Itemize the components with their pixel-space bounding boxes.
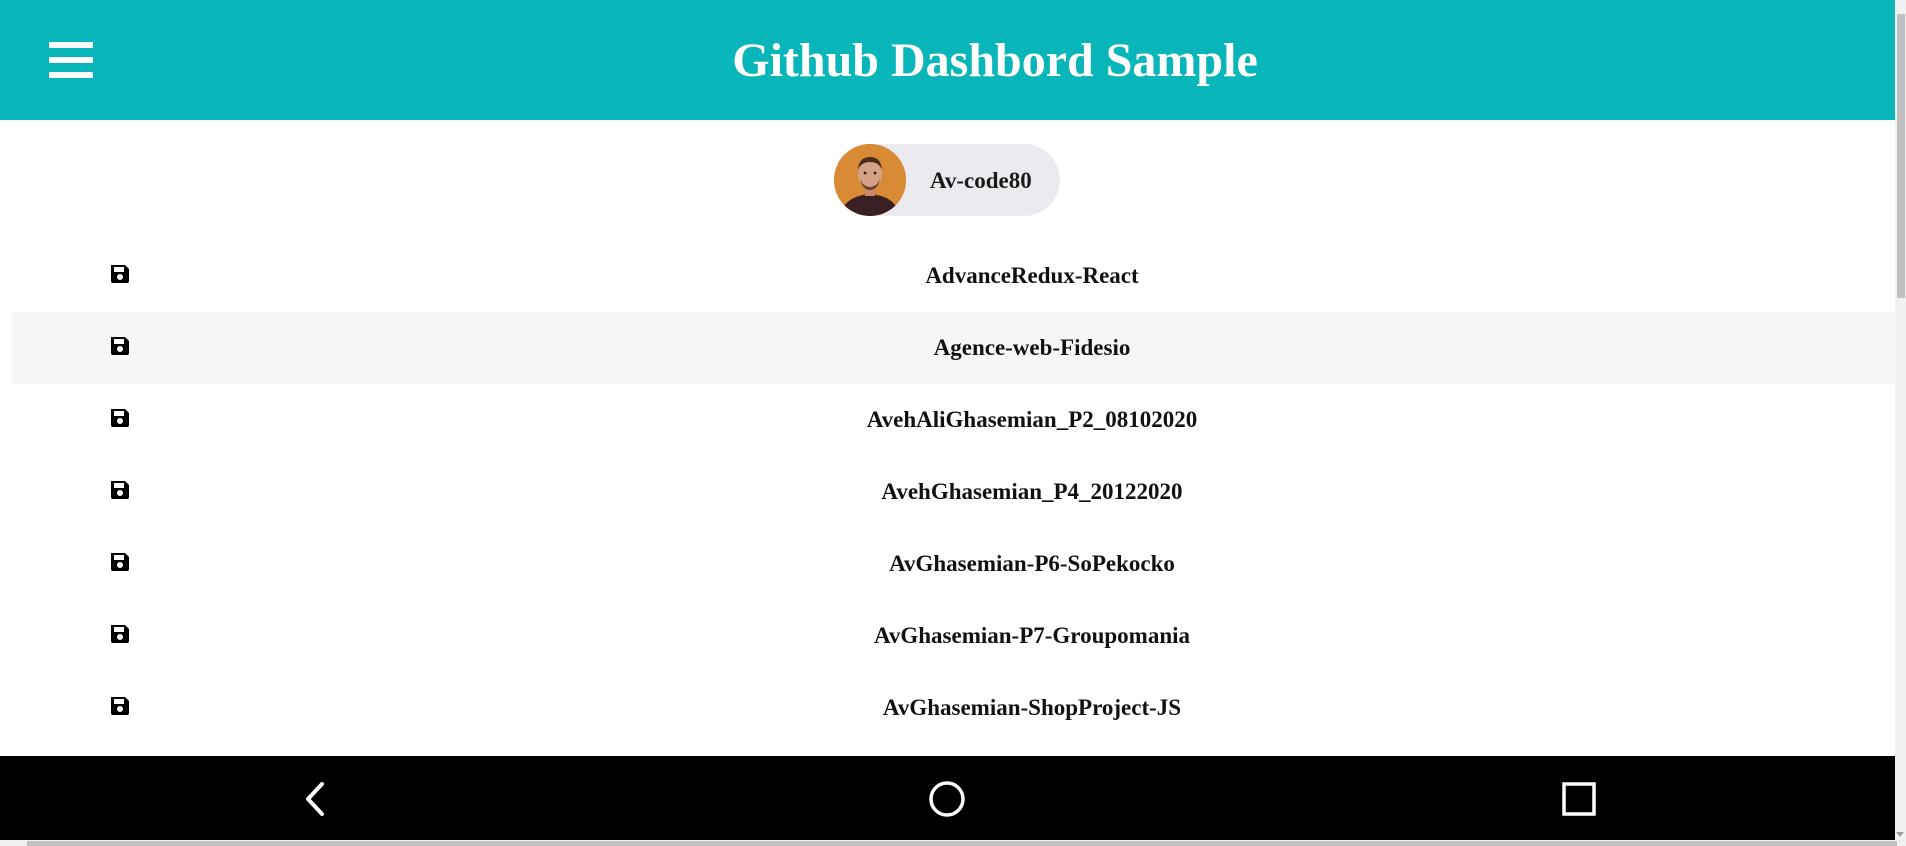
repo-row[interactable]: AvGhasemian-ShopProject-JS — [12, 672, 1895, 744]
repo-name[interactable]: AvGhasemian-P7-Groupomania — [12, 623, 1895, 649]
user-name: Av-code80 — [930, 168, 1032, 193]
repo-list: AdvanceRedux-React Agence-web-Fidesio Aveh… — [12, 240, 1895, 744]
scroll-down-arrow-icon[interactable] — [1896, 832, 1904, 837]
repo-name[interactable]: Agence-web-Fidesio — [12, 335, 1895, 361]
app-viewport: Github Dashbord Sample Av-code80 Advance… — [0, 0, 1895, 846]
user-avatar — [834, 144, 906, 216]
vertical-scroll-thumb[interactable] — [1897, 14, 1905, 298]
repo-row[interactable]: AvGhasemian-P6-SoPekocko — [12, 528, 1895, 600]
repo-name[interactable]: AvGhasemian-P6-SoPekocko — [12, 551, 1895, 577]
repo-row[interactable]: Agence-web-Fidesio — [12, 312, 1895, 384]
app-header: Github Dashbord Sample — [0, 0, 1895, 120]
back-icon[interactable] — [293, 776, 339, 822]
repo-name[interactable]: AvGhasemian-ShopProject-JS — [12, 695, 1895, 721]
repo-row[interactable]: AvGhasemian-P7-Groupomania — [12, 600, 1895, 672]
repo-name[interactable]: AvehAliGhasemian_P2_08102020 — [12, 407, 1895, 433]
horizontal-scrollbar[interactable] — [0, 840, 1897, 846]
recent-apps-icon[interactable] — [1556, 776, 1602, 822]
page-title: Github Dashbord Sample — [732, 34, 1258, 87]
repo-name[interactable]: AvehGhasemian_P4_20122020 — [12, 479, 1895, 505]
repo-name[interactable]: AdvanceRedux-React — [12, 263, 1895, 289]
android-nav-bar — [0, 756, 1895, 840]
home-icon[interactable] — [924, 776, 970, 822]
repo-row[interactable]: AdvanceRedux-React — [12, 240, 1895, 312]
repo-row[interactable]: AvehAliGhasemian_P2_08102020 — [12, 384, 1895, 456]
vertical-scrollbar[interactable] — [1895, 0, 1906, 846]
repo-row[interactable]: AvehGhasemian_P4_20122020 — [12, 456, 1895, 528]
horizontal-scroll-thumb[interactable] — [27, 841, 1897, 846]
user-chip[interactable]: Av-code80 — [834, 144, 1060, 216]
